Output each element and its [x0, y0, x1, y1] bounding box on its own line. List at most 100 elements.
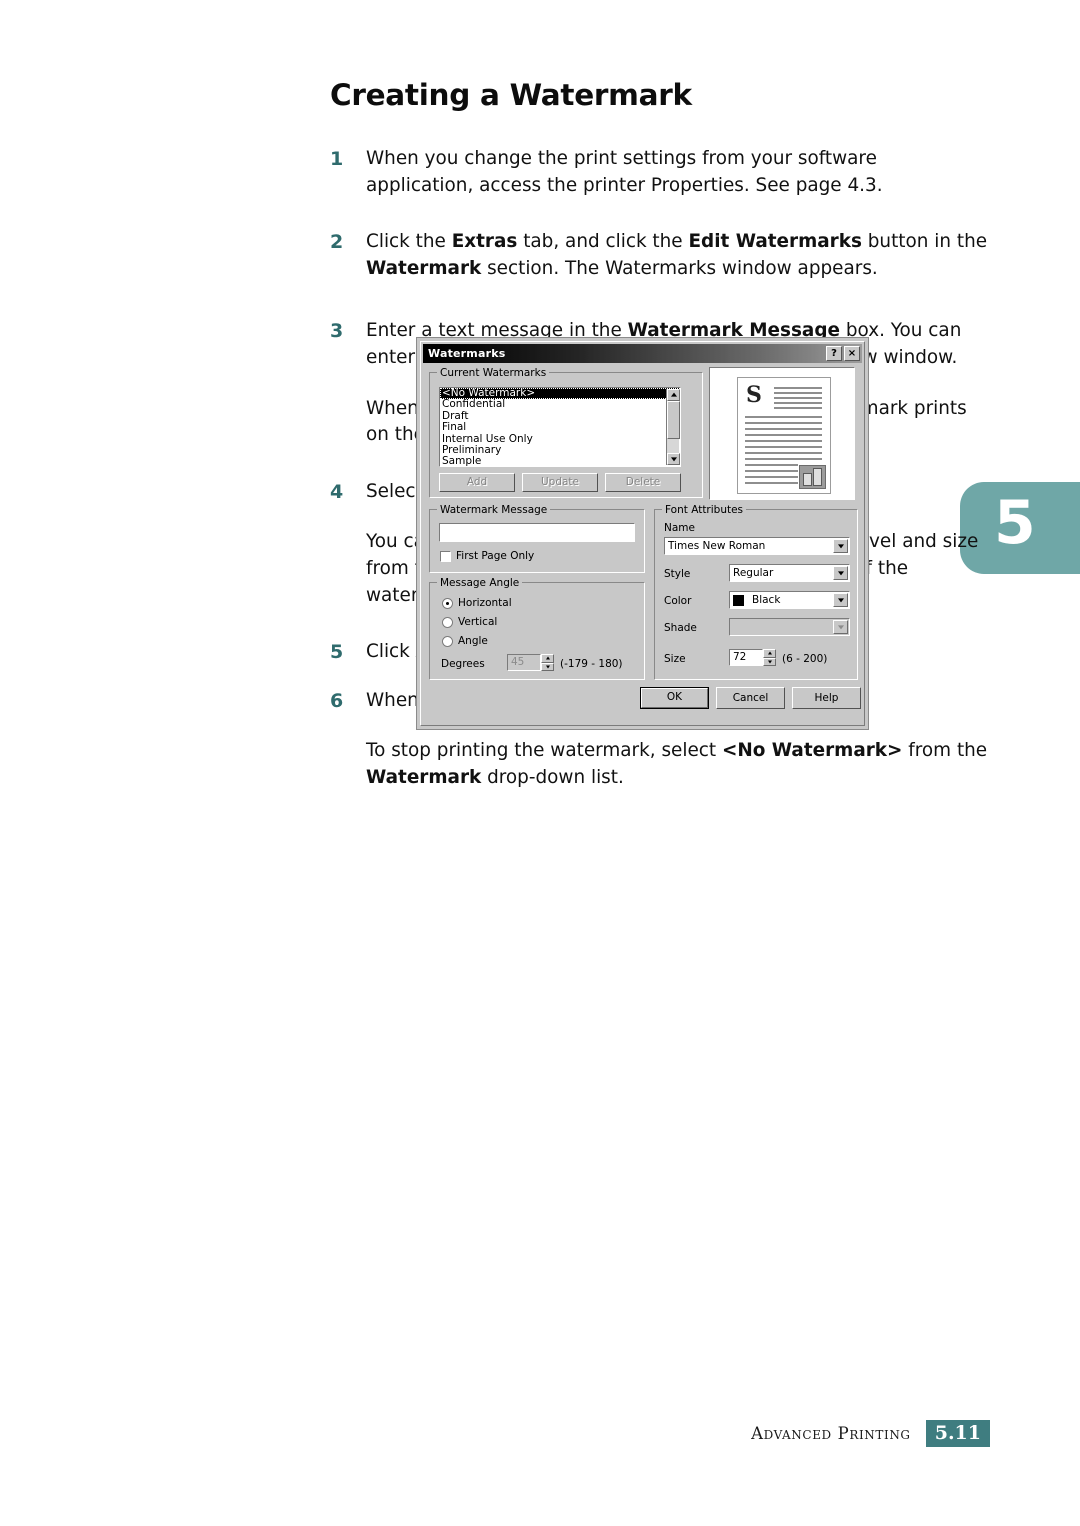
watermarks-dialog-screenshot: Watermarks ? × Current Watermarks <No Wa…: [416, 337, 869, 730]
step-number: 4: [330, 480, 344, 503]
degrees-range-hint: (-179 - 180): [560, 658, 623, 670]
step-2: 2 Click the Extras tab, and click the Edi…: [330, 229, 990, 282]
step-paragraph: Click the Extras tab, and click the Edit…: [366, 229, 990, 282]
font-style-dropdown[interactable]: Regular: [729, 564, 850, 582]
help-icon[interactable]: ?: [826, 346, 842, 361]
watermark-message-input[interactable]: [439, 523, 635, 542]
font-size-range-hint: (6 - 200): [782, 653, 828, 665]
scroll-down-arrow-icon[interactable]: [667, 453, 680, 465]
checkbox-icon: [440, 550, 451, 562]
body-text: tab, and click the: [517, 231, 689, 253]
font-size-spin-buttons[interactable]: [763, 649, 776, 666]
degrees-label: Degrees: [441, 658, 485, 670]
watermark-preview-pane: S: [709, 367, 855, 500]
step-paragraph: When you change the print settings from …: [366, 146, 990, 199]
degrees-spin-buttons[interactable]: [541, 654, 554, 671]
dialog-title: Watermarks: [428, 347, 506, 360]
chevron-down-icon[interactable]: [833, 566, 848, 580]
emphasis-text: Edit Watermarks: [688, 231, 862, 253]
watermark-list-item[interactable]: Final: [440, 421, 680, 433]
chevron-down-icon[interactable]: [833, 593, 848, 607]
update-watermark-button[interactable]: Update: [522, 473, 598, 492]
body-text: When you change the print settings from …: [366, 148, 883, 196]
scroll-up-arrow-icon[interactable]: [667, 389, 680, 401]
spin-up-icon[interactable]: [763, 649, 776, 658]
watermark-list[interactable]: <No Watermark> Confidential Draft Final Inte…: [439, 387, 681, 467]
angle-option-angle[interactable]: Angle: [442, 635, 488, 647]
footer-page-number: 5.11: [925, 1420, 990, 1447]
dialog-titlebar: Watermarks ? ×: [423, 344, 862, 363]
angle-option-angle-label: Angle: [458, 635, 488, 647]
watermark-list-scrollbar[interactable]: [666, 389, 680, 465]
manual-page: 5 Creating a Watermark 1 When you change …: [0, 0, 1080, 1526]
font-name-dropdown[interactable]: Times New Roman: [664, 537, 850, 555]
step-number: 2: [330, 231, 344, 254]
font-name-label: Name: [664, 522, 695, 534]
watermark-message-group: Watermark Message First Page Only: [429, 504, 645, 573]
font-color-label: Color: [664, 595, 692, 607]
font-size-label: Size: [664, 653, 686, 665]
help-button[interactable]: Help: [792, 687, 861, 709]
message-angle-group-label: Message Angle: [437, 577, 523, 589]
emphasis-text: Watermark: [366, 766, 482, 788]
angle-option-horizontal-label: Horizontal: [458, 597, 512, 609]
font-size-stepper[interactable]: 72: [729, 649, 776, 666]
angle-option-vertical[interactable]: Vertical: [442, 616, 497, 628]
scrollbar-thumb[interactable]: [667, 401, 680, 439]
degrees-stepper[interactable]: 45: [507, 654, 554, 671]
first-page-only-label: First Page Only: [456, 550, 535, 562]
color-swatch-icon: [733, 594, 744, 606]
radio-icon: [442, 597, 453, 609]
radio-icon: [442, 616, 453, 628]
chevron-down-icon[interactable]: [833, 539, 848, 553]
close-icon[interactable]: ×: [844, 346, 860, 361]
step-number: 5: [330, 641, 344, 664]
preview-chart-icon: [799, 465, 826, 489]
chevron-down-icon[interactable]: [833, 620, 848, 634]
font-shade-label: Shade: [664, 622, 697, 634]
chapter-tab-number: 5: [994, 488, 1036, 558]
font-shade-dropdown[interactable]: [729, 618, 850, 636]
step-1: 1 When you change the print settings from…: [330, 146, 990, 199]
angle-option-vertical-label: Vertical: [458, 616, 498, 628]
font-size-input[interactable]: 72: [729, 649, 763, 666]
body-text: To stop printing the watermark, select: [366, 740, 722, 762]
spin-up-icon[interactable]: [541, 654, 554, 663]
watermark-list-item[interactable]: Confidential: [440, 398, 680, 410]
step-number: 1: [330, 148, 344, 170]
ok-button[interactable]: OK: [640, 687, 709, 709]
body-text: Click the: [366, 231, 452, 253]
watermark-message-group-label: Watermark Message: [437, 504, 551, 516]
body-text: drop-down list.: [481, 766, 624, 788]
body-text: button in the: [861, 231, 988, 253]
spin-down-icon[interactable]: [541, 662, 554, 671]
radio-icon: [442, 635, 453, 647]
body-text: section. The Watermarks window appears.: [481, 257, 878, 279]
current-watermarks-group-label: Current Watermarks: [437, 367, 550, 379]
ok-button-label: OK: [641, 688, 708, 708]
cancel-button[interactable]: Cancel: [716, 687, 785, 709]
delete-watermark-button[interactable]: Delete: [605, 473, 681, 492]
dialog-inner-frame: Watermarks ? × Current Watermarks <No Wa…: [420, 341, 865, 726]
current-watermarks-group: Current Watermarks <No Watermark> Confide…: [429, 367, 703, 498]
message-angle-group: Message Angle Horizontal Vertical Angle …: [429, 577, 645, 680]
watermark-list-item[interactable]: Sample: [440, 456, 680, 466]
spin-down-icon[interactable]: [763, 657, 776, 666]
page-footer: Advanced Printing 5.11: [330, 1420, 990, 1447]
emphasis-text: Extras: [451, 231, 518, 253]
font-color-dropdown[interactable]: Black: [729, 591, 850, 609]
body-text: Click: [366, 641, 416, 663]
angle-option-horizontal[interactable]: Horizontal: [442, 597, 512, 609]
font-color-value: Black: [752, 594, 781, 606]
step-paragraph: To stop printing the watermark, select <…: [366, 738, 990, 791]
font-name-value: Times New Roman: [668, 540, 766, 552]
body-text: from the: [902, 740, 988, 762]
font-attributes-group-label: Font Attributes: [662, 504, 747, 516]
watermark-list-item[interactable]: Draft: [440, 410, 680, 422]
degrees-input[interactable]: 45: [507, 654, 541, 671]
emphasis-text: <No Watermark>: [721, 740, 903, 762]
add-watermark-button[interactable]: Add: [439, 473, 515, 492]
font-style-label: Style: [664, 568, 691, 580]
preview-page-thumbnail: S: [737, 377, 831, 494]
first-page-only-checkbox[interactable]: First Page Only: [440, 550, 534, 562]
